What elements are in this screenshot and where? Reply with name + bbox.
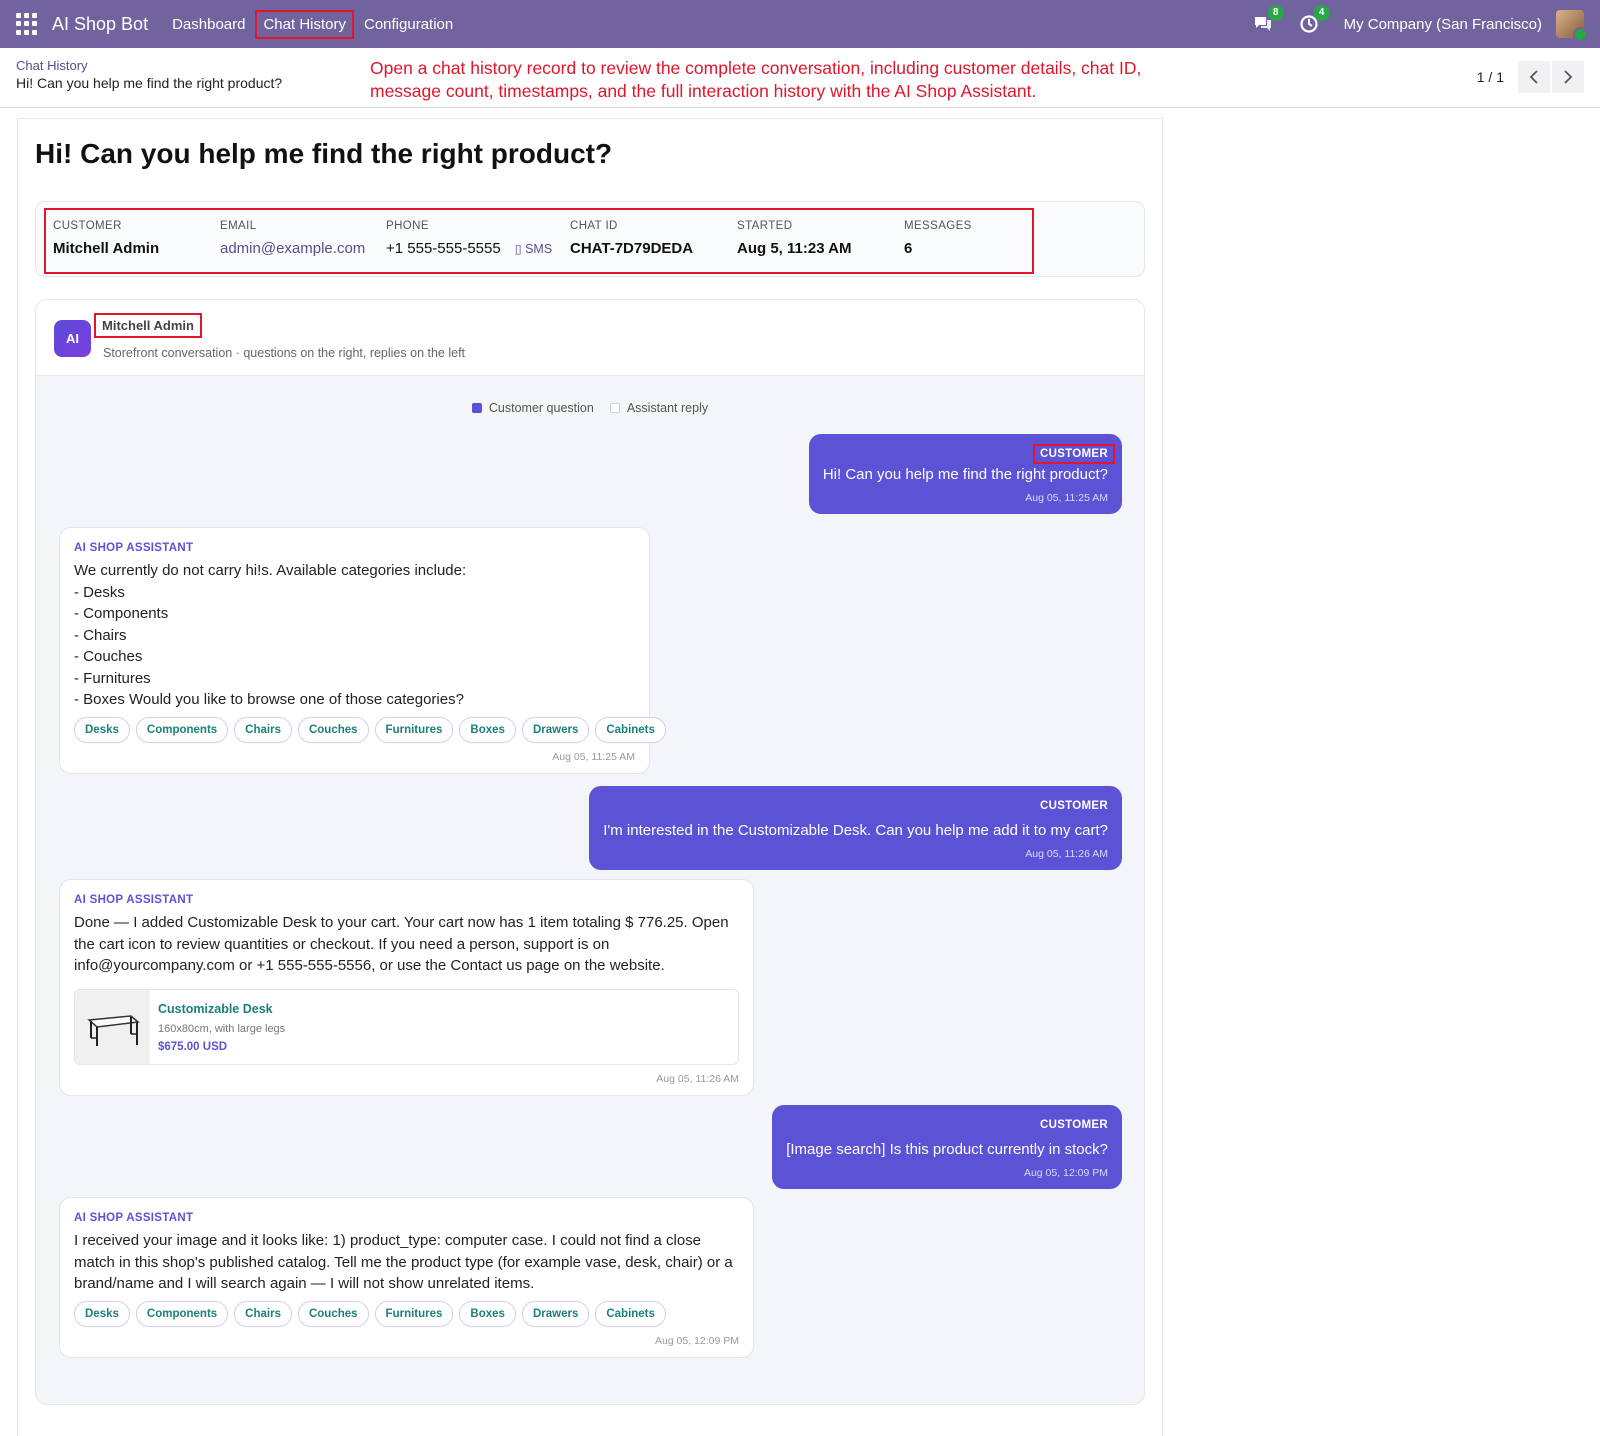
conversation-customer-name: Mitchell Admin xyxy=(94,313,202,338)
breadcrumb: Chat History Hi! Can you help me find th… xyxy=(16,58,282,91)
pager-next-button[interactable] xyxy=(1552,61,1584,93)
annotation-text: Open a chat history record to review the… xyxy=(370,58,1142,101)
customer-message: CUSTOMER I'm interested in the Customiza… xyxy=(589,786,1122,870)
nav-dashboard[interactable]: Dashboard xyxy=(166,12,251,37)
sms-button[interactable]: ▯ SMS xyxy=(515,242,552,256)
conversation-subtitle: Storefront conversation · questions on t… xyxy=(103,346,466,360)
customer-message: CUSTOMER Hi! Can you help me find the ri… xyxy=(808,434,1122,514)
message-timestamp: Aug 05, 11:26 AM xyxy=(656,1072,739,1085)
app-brand[interactable]: AI Shop Bot xyxy=(52,14,148,35)
chat-id-value: CHAT-7D79DEDA xyxy=(570,240,694,257)
chip-couches[interactable]: Couches xyxy=(297,716,369,743)
message-timestamp: Aug 05, 12:09 PM xyxy=(1023,1167,1108,1179)
chat-info-grid: CUSTOMER Mitchell Admin EMAIL admin@exam… xyxy=(44,208,1034,274)
message-sender-label: AI SHOP ASSISTANT xyxy=(74,1212,194,1224)
chip-boxes[interactable]: Boxes xyxy=(459,716,516,743)
legend-customer: Customer question xyxy=(471,401,594,415)
message-text: I received your image and it looks like:… xyxy=(74,1232,733,1292)
form-sheet: Hi! Can you help me find the right produ… xyxy=(17,118,1163,1436)
email-value[interactable]: admin@example.com xyxy=(220,240,365,257)
chip-boxes[interactable]: Boxes xyxy=(459,1300,516,1327)
apps-grid-icon[interactable] xyxy=(16,13,38,35)
record-title: Hi! Can you help me find the right produ… xyxy=(35,138,613,169)
message-text: Done — I added Customizable Desk to your… xyxy=(74,914,729,974)
chip-furnitures[interactable]: Furnitures xyxy=(374,716,454,743)
control-panel: Chat History Hi! Can you help me find th… xyxy=(0,48,1600,108)
nav-chat-history[interactable]: Chat History xyxy=(255,9,354,39)
product-card[interactable]: Customizable Desk 160x80cm, with large l… xyxy=(74,988,739,1065)
product-description: 160x80cm, with large legs xyxy=(158,1022,286,1035)
category-chips: Desks Components Chairs Couches Furnitur… xyxy=(74,1300,739,1327)
activities-badge: 4 xyxy=(1313,5,1330,21)
desk-image-icon xyxy=(87,1014,140,1046)
message-text: [Image search] Is this product currently… xyxy=(786,1141,1108,1158)
chip-chairs[interactable]: Chairs xyxy=(234,1300,292,1327)
legend-swatch-assistant xyxy=(609,403,620,413)
chip-couches[interactable]: Couches xyxy=(297,1300,369,1327)
message-text: We currently do not carry hi!s. Availabl… xyxy=(74,562,467,708)
chip-desks[interactable]: Desks xyxy=(74,1300,130,1327)
chat-info-card: CUSTOMER Mitchell Admin EMAIL admin@exam… xyxy=(35,201,1145,277)
pager: 1 / 1 xyxy=(1477,61,1584,93)
message-sender-label: AI SHOP ASSISTANT xyxy=(74,894,194,906)
message-sender-label: CUSTOMER xyxy=(1033,444,1115,464)
assistant-message: AI SHOP ASSISTANT Done — I added Customi… xyxy=(59,879,754,1096)
legend-swatch-customer xyxy=(471,403,482,413)
info-phone: PHONE +1 555-555-5555 ▯ SMS xyxy=(386,220,553,257)
activities-clock-icon[interactable]: 4 xyxy=(1298,5,1330,35)
pager-value[interactable]: 1 / 1 xyxy=(1477,69,1504,85)
customer-message: CUSTOMER [Image search] Is this product … xyxy=(772,1105,1122,1189)
assistant-message: AI SHOP ASSISTANT I received your image … xyxy=(59,1197,754,1358)
phone-value[interactable]: +1 555-555-5555 xyxy=(386,240,501,257)
chip-drawers[interactable]: Drawers xyxy=(521,716,590,743)
chip-furnitures[interactable]: Furnitures xyxy=(374,1300,454,1327)
chip-desks[interactable]: Desks xyxy=(74,716,130,743)
chip-components[interactable]: Components xyxy=(135,1300,229,1327)
company-switcher[interactable]: My Company (San Francisco) xyxy=(1344,16,1542,33)
message-text: Hi! Can you help me find the right produ… xyxy=(822,466,1108,483)
chip-chairs[interactable]: Chairs xyxy=(234,716,292,743)
user-avatar[interactable] xyxy=(1556,10,1588,42)
breadcrumb-current: Hi! Can you help me find the right produ… xyxy=(16,75,283,91)
chevron-left-icon xyxy=(1529,70,1538,84)
pager-previous-button[interactable] xyxy=(1518,61,1550,93)
info-started: STARTED Aug 5, 11:23 AM xyxy=(737,220,852,257)
conversation-legend: Customer question Assistant reply xyxy=(36,401,1144,415)
message-timestamp: Aug 05, 11:25 AM xyxy=(1025,492,1108,504)
message-sender-label: AI SHOP ASSISTANT xyxy=(74,542,194,554)
info-messages: MESSAGES 6 xyxy=(904,220,972,257)
chevron-right-icon xyxy=(1564,70,1573,84)
top-navbar: AI Shop Bot Dashboard Chat History Confi… xyxy=(0,0,1600,48)
message-sender-label: CUSTOMER xyxy=(1040,800,1108,812)
chip-components[interactable]: Components xyxy=(135,716,229,743)
chip-cabinets[interactable]: Cabinets xyxy=(595,716,666,743)
product-price: $675.00 USD xyxy=(158,1040,228,1053)
info-email: EMAIL admin@example.com xyxy=(220,220,366,257)
messages-count-value: 6 xyxy=(904,240,913,257)
conversation-panel: AI Mitchell Admin Storefront conversatio… xyxy=(35,299,1145,1405)
nav-configuration[interactable]: Configuration xyxy=(358,12,459,37)
message-text: I'm interested in the Customizable Desk.… xyxy=(603,822,1108,839)
ai-avatar: AI xyxy=(54,320,91,357)
message-timestamp: Aug 05, 11:25 AM xyxy=(552,750,635,763)
product-name[interactable]: Customizable Desk xyxy=(158,1002,273,1016)
product-image xyxy=(75,989,150,1064)
message-timestamp: Aug 05, 12:09 PM xyxy=(654,1334,739,1347)
conversation-header: AI Mitchell Admin Storefront conversatio… xyxy=(36,300,1144,376)
messages-icon[interactable]: 8 xyxy=(1252,5,1284,35)
message-timestamp: Aug 05, 11:26 AM xyxy=(1025,848,1108,860)
chip-cabinets[interactable]: Cabinets xyxy=(595,1300,666,1327)
messages-badge: 8 xyxy=(1267,5,1284,21)
legend-assistant: Assistant reply xyxy=(609,401,708,415)
breadcrumb-parent[interactable]: Chat History xyxy=(16,58,282,73)
chip-drawers[interactable]: Drawers xyxy=(521,1300,590,1327)
customer-value[interactable]: Mitchell Admin xyxy=(53,240,159,257)
mobile-phone-icon: ▯ xyxy=(514,242,522,256)
category-chips: Desks Components Chairs Couches Furnitur… xyxy=(74,716,666,743)
info-customer: CUSTOMER Mitchell Admin xyxy=(53,220,160,257)
message-sender-label: CUSTOMER xyxy=(1040,1119,1108,1131)
assistant-message: AI SHOP ASSISTANT We currently do not ca… xyxy=(59,527,666,774)
started-value: Aug 5, 11:23 AM xyxy=(737,240,852,257)
info-chat-id: CHAT ID CHAT-7D79DEDA xyxy=(570,220,694,257)
